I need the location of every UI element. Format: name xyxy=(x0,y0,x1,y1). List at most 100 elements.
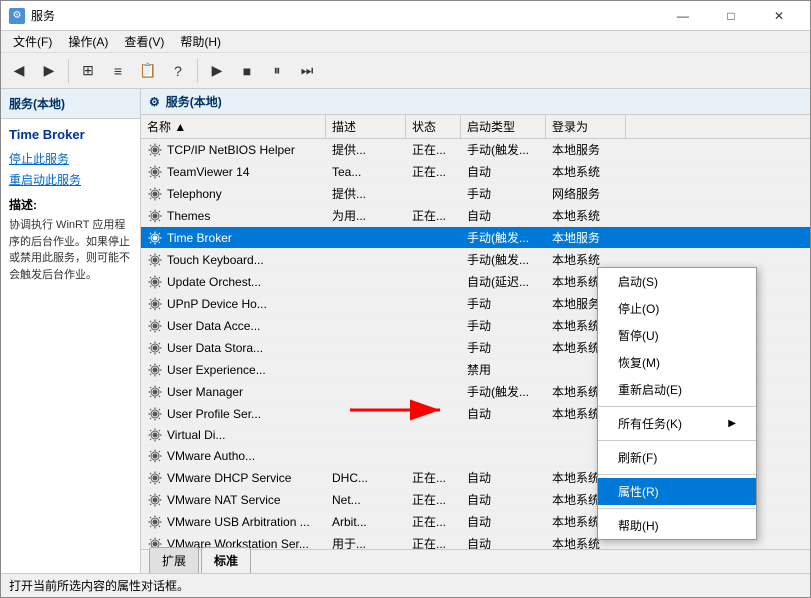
col-header-status[interactable]: 状态 xyxy=(406,115,461,138)
context-menu-item[interactable]: 帮助(H) xyxy=(598,512,756,539)
service-desc-cell: 提供... xyxy=(326,139,406,160)
service-icon xyxy=(147,252,163,268)
service-status-cell xyxy=(406,368,461,372)
service-status-cell xyxy=(406,192,461,196)
pause-service-button[interactable]: ⏸ xyxy=(263,57,291,85)
service-icon xyxy=(147,448,163,464)
service-name-cell: Themes xyxy=(141,206,326,226)
stop-service-button[interactable]: ■ xyxy=(233,57,261,85)
right-panel-icon: ⚙ xyxy=(149,95,160,109)
table-row[interactable]: Themes 为用... 正在... 自动 本地系统 xyxy=(141,205,810,227)
back-button[interactable]: ◀ xyxy=(5,57,33,85)
context-menu-item[interactable]: 属性(R) xyxy=(598,478,756,505)
service-desc-cell: DHC... xyxy=(326,469,406,487)
service-icon xyxy=(147,492,163,508)
service-status-cell xyxy=(406,324,461,328)
table-row[interactable]: Time Broker 手动(触发... 本地服务 xyxy=(141,227,810,249)
gear-icon xyxy=(148,253,162,267)
col-header-name[interactable]: 名称 ▲ xyxy=(141,115,326,138)
service-icon xyxy=(147,142,163,158)
right-panel-header: ⚙ 服务(本地) xyxy=(141,89,810,115)
gear-icon xyxy=(148,515,162,529)
context-menu-separator xyxy=(598,474,756,475)
properties-button[interactable]: 📋 xyxy=(134,57,162,85)
help-button[interactable]: ? xyxy=(164,57,192,85)
ctx-item-label: 重新启动(E) xyxy=(618,381,682,398)
restart-service-button[interactable]: ⏭ xyxy=(293,57,321,85)
service-startup-cell: 自动 xyxy=(461,205,546,226)
service-startup-cell: 手动(触发... xyxy=(461,227,546,248)
service-name-text: Telephony xyxy=(167,187,222,201)
context-menu-item[interactable]: 重新启动(E) xyxy=(598,376,756,403)
list-view-button[interactable]: ≡ xyxy=(104,57,132,85)
menu-file[interactable]: 文件(F) xyxy=(5,31,60,52)
table-row[interactable]: Telephony 提供... 手动 网络服务 xyxy=(141,183,810,205)
service-status-cell: 正在... xyxy=(406,533,461,549)
selected-service-name: Time Broker xyxy=(9,127,132,142)
toolbar-sep-1 xyxy=(68,59,69,83)
maximize-button[interactable]: □ xyxy=(708,1,754,31)
service-name-text: VMware Autho... xyxy=(167,449,255,463)
context-menu-item[interactable]: 暂停(U) xyxy=(598,322,756,349)
menu-action[interactable]: 操作(A) xyxy=(60,31,116,52)
service-name-cell: VMware DHCP Service xyxy=(141,468,326,488)
ctx-item-label: 帮助(H) xyxy=(618,517,659,534)
service-name-text: User Experience... xyxy=(167,363,266,377)
service-desc-cell xyxy=(326,236,406,240)
service-startup-cell: 手动 xyxy=(461,337,546,358)
restart-service-link[interactable]: 重启动此服务 xyxy=(9,171,132,188)
col-header-login[interactable]: 登录为 xyxy=(546,115,626,138)
col-header-startup-label: 启动类型 xyxy=(467,120,515,134)
service-login-cell: 本地服务 xyxy=(546,139,626,160)
col-header-startup[interactable]: 启动类型 xyxy=(461,115,546,138)
service-status-cell xyxy=(406,412,461,416)
tab-standard[interactable]: 标准 xyxy=(201,547,251,573)
show-hide-button[interactable]: ⊞ xyxy=(74,57,102,85)
gear-icon xyxy=(148,449,162,463)
service-login-cell: 本地系统 xyxy=(546,161,626,182)
ctx-item-label: 暂停(U) xyxy=(618,327,659,344)
service-startup-cell xyxy=(461,433,546,437)
service-startup-cell xyxy=(461,454,546,458)
ctx-item-label: 停止(O) xyxy=(618,300,659,317)
service-name-cell: User Manager xyxy=(141,382,326,402)
status-bar: 打开当前所选内容的属性对话框。 xyxy=(1,573,810,597)
table-row[interactable]: TCP/IP NetBIOS Helper 提供... 正在... 手动(触发.… xyxy=(141,139,810,161)
minimize-button[interactable]: — xyxy=(660,1,706,31)
menu-view[interactable]: 查看(V) xyxy=(116,31,172,52)
service-startup-cell: 自动 xyxy=(461,511,546,532)
service-icon xyxy=(147,296,163,312)
service-desc-cell xyxy=(326,390,406,394)
service-login-cell: 本地服务 xyxy=(546,227,626,248)
tab-extended[interactable]: 扩展 xyxy=(149,547,199,573)
service-name-text: TeamViewer 14 xyxy=(167,165,250,179)
start-service-button[interactable]: ▶ xyxy=(203,57,231,85)
close-button[interactable]: ✕ xyxy=(756,1,802,31)
service-login-cell: 本地系统 xyxy=(546,205,626,226)
context-menu-item[interactable]: 所有任务(K)▶ xyxy=(598,410,756,437)
service-name-cell: Touch Keyboard... xyxy=(141,250,326,270)
service-status-cell xyxy=(406,302,461,306)
col-header-desc[interactable]: 描述 xyxy=(326,115,406,138)
service-startup-cell: 手动 xyxy=(461,293,546,314)
context-menu-item[interactable]: 启动(S) xyxy=(598,268,756,295)
service-icon xyxy=(147,406,163,422)
forward-button[interactable]: ▶ xyxy=(35,57,63,85)
service-icon xyxy=(147,274,163,290)
title-bar: ⚙ 服务 — □ ✕ xyxy=(1,1,810,31)
service-desc-cell: Net... xyxy=(326,491,406,509)
service-startup-cell: 手动(触发... xyxy=(461,139,546,160)
service-name-text: Update Orchest... xyxy=(167,275,261,289)
gear-icon xyxy=(148,428,162,442)
stop-service-link[interactable]: 停止此服务 xyxy=(9,150,132,167)
service-info: Time Broker 停止此服务 重启动此服务 描述: 协调执行 WinRT … xyxy=(1,119,140,291)
table-row[interactable]: TeamViewer 14 Tea... 正在... 自动 本地系统 xyxy=(141,161,810,183)
service-name-cell: Time Broker xyxy=(141,228,326,248)
context-menu-item[interactable]: 刷新(F) xyxy=(598,444,756,471)
context-menu-item[interactable]: 恢复(M) xyxy=(598,349,756,376)
context-menu-item[interactable]: 停止(O) xyxy=(598,295,756,322)
service-name-text: Virtual Di... xyxy=(167,428,225,442)
service-icon xyxy=(147,340,163,356)
menu-help[interactable]: 帮助(H) xyxy=(172,31,229,52)
service-name-cell: User Data Stora... xyxy=(141,338,326,358)
